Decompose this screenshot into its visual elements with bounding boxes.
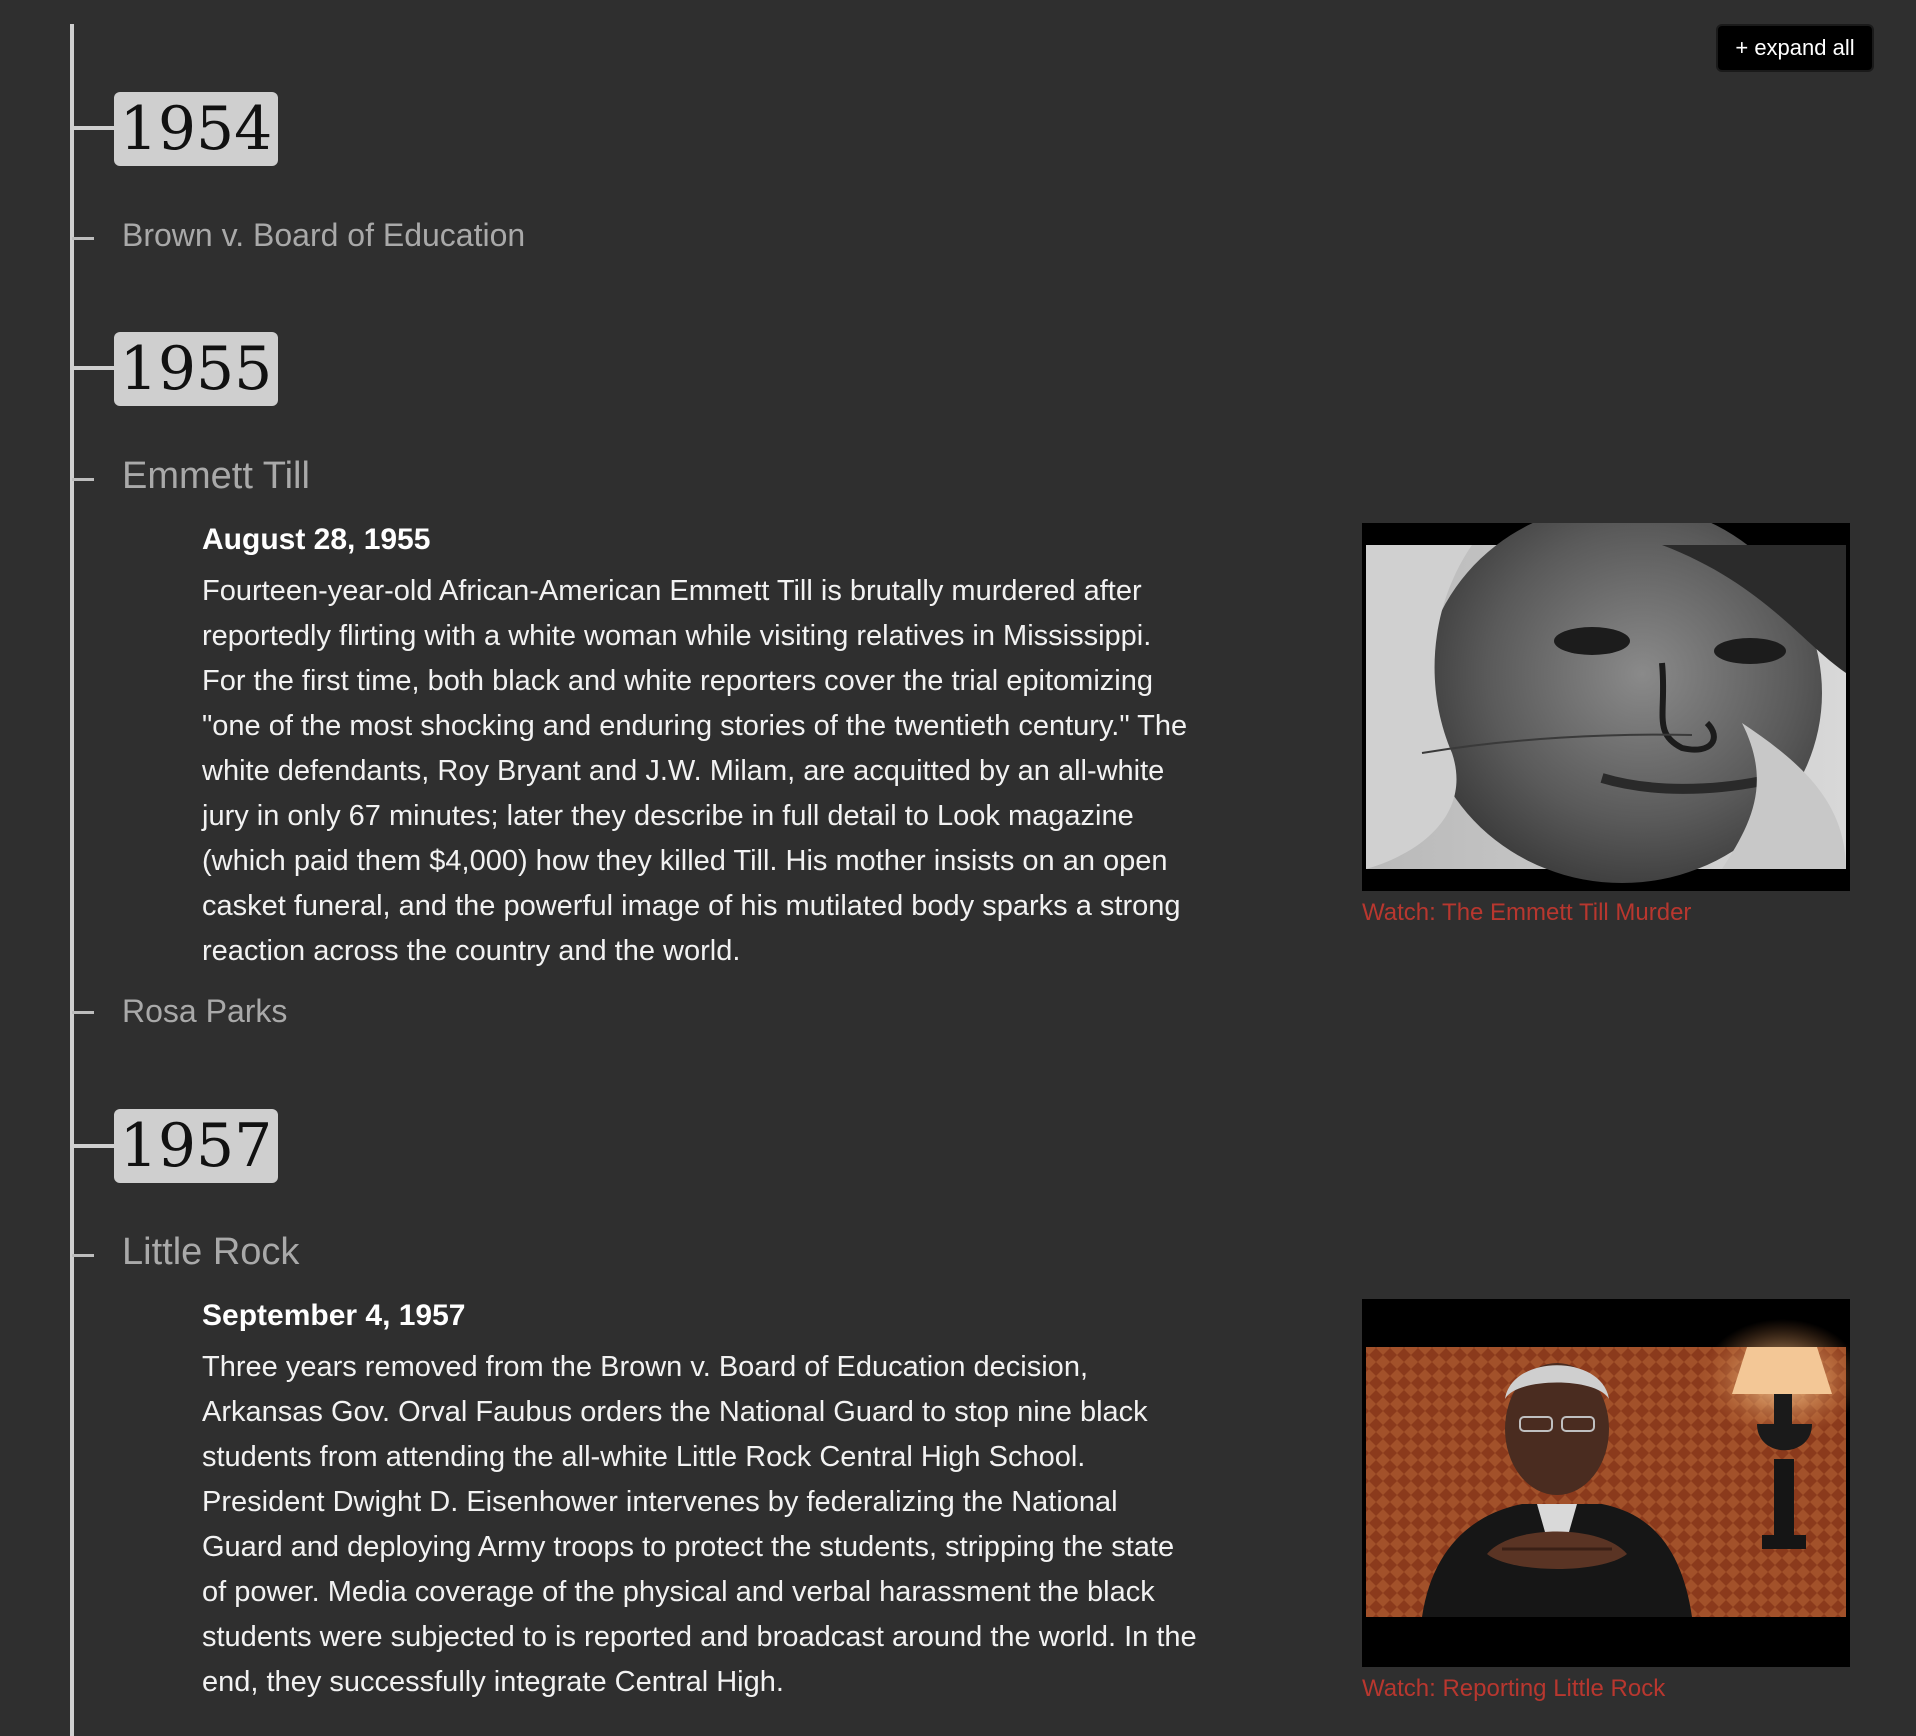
watch-link-little-rock[interactable]: Watch: Reporting Little Rock [1362, 1675, 1665, 1703]
event-date: September 4, 1957 [202, 1299, 466, 1332]
event-title-rosa-parks[interactable]: Rosa Parks [122, 993, 287, 1030]
timeline-spine [70, 24, 74, 1736]
expand-all-button[interactable]: + expand all [1716, 24, 1874, 72]
event-description: Fourteen-year-old African-American Emmet… [202, 575, 1188, 967]
event-connector [72, 1011, 94, 1014]
event-connector [72, 478, 94, 481]
video-thumbnail-emmett-till[interactable] [1362, 523, 1850, 891]
year-badge-1954[interactable]: 1954 [114, 92, 278, 166]
event-connector [72, 1254, 94, 1257]
year-connector [72, 1144, 116, 1148]
event-connector [72, 237, 94, 240]
interview-thumbnail-image [1366, 1319, 1850, 1617]
year-connector [72, 366, 116, 370]
event-title-emmett-till[interactable]: Emmett Till [122, 455, 310, 498]
year-connector [72, 126, 116, 130]
event-description: Three years removed from the Brown v. Bo… [202, 1351, 1197, 1698]
event-date: August 28, 1955 [202, 523, 431, 556]
portrait-thumbnail-image [1366, 523, 1846, 883]
year-badge-1955[interactable]: 1955 [114, 332, 278, 406]
watch-link-emmett-till[interactable]: Watch: The Emmett Till Murder [1362, 899, 1691, 927]
event-title-little-rock[interactable]: Little Rock [122, 1231, 299, 1274]
year-badge-1957[interactable]: 1957 [114, 1109, 278, 1183]
event-title-brown-v-board[interactable]: Brown v. Board of Education [122, 217, 525, 254]
video-thumbnail-little-rock[interactable] [1362, 1299, 1850, 1667]
